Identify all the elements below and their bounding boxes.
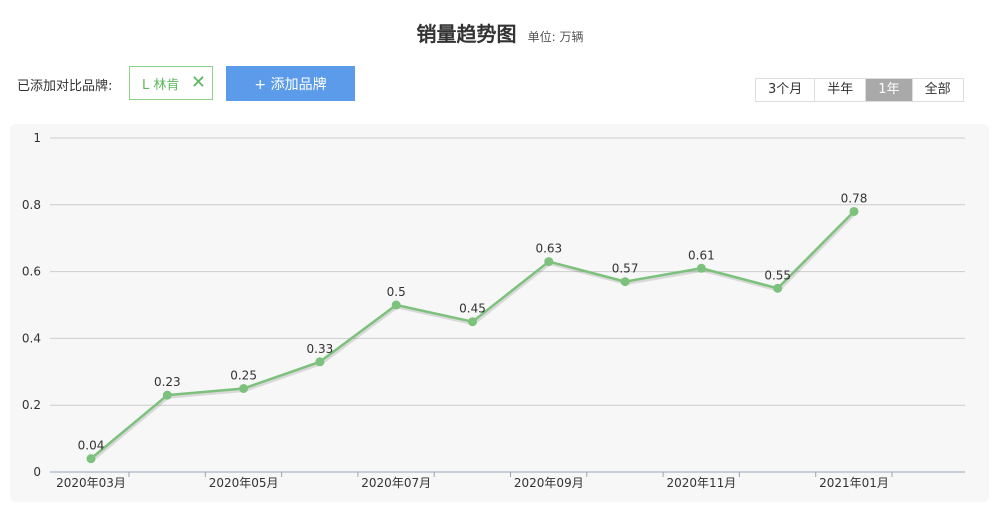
range-option-0[interactable]: 3个月 (756, 79, 816, 101)
data-label: 0.55 (764, 268, 791, 282)
chart-header: 销量趋势图 单位: 万辆 (0, 18, 1000, 47)
data-label: 0.25 (230, 369, 257, 383)
data-label: 0.5 (387, 285, 406, 299)
y-tick-label: 0.6 (22, 265, 41, 279)
compare-brands-label: 已添加对比品牌: (17, 79, 113, 94)
x-tick-label: 2020年03月 (56, 476, 126, 490)
data-label: 0.63 (535, 242, 562, 256)
range-option-2[interactable]: 1年 (866, 79, 913, 101)
chart-title: 销量趋势图 (416, 22, 517, 46)
data-point (620, 277, 630, 287)
y-tick-label: 0.8 (22, 198, 41, 212)
range-option-3[interactable]: 全部 (912, 79, 963, 101)
series-line-shadow (91, 212, 857, 462)
data-point (544, 257, 554, 267)
data-point (162, 390, 172, 400)
x-tick-label: 2020年11月 (666, 476, 736, 490)
data-point (468, 317, 477, 327)
y-tick-label: 0.2 (22, 398, 41, 412)
close-icon[interactable]: ✕ (191, 73, 206, 93)
chart-unit: 单位: 万辆 (527, 30, 584, 44)
data-point (849, 206, 859, 216)
data-point (391, 300, 401, 310)
x-tick-label: 2020年07月 (361, 476, 431, 490)
chart-panel: 0 0.2 0.4 0.6 0.8 1 2020年03月 2020年05月 2020年07月 20… (10, 124, 989, 502)
data-label: 0.45 (459, 302, 486, 316)
data-point (696, 263, 706, 273)
data-label: 0.78 (841, 191, 868, 205)
range-option-1[interactable]: 半年 (815, 79, 867, 101)
data-point (239, 384, 249, 393)
data-label: 0.23 (154, 375, 181, 389)
brand-chip-lincoln[interactable]: L 林肯 ✕ (129, 66, 213, 100)
data-label: 0.61 (688, 248, 715, 262)
page: 销量趋势图 单位: 万辆 已添加对比品牌: L 林肯 ✕ + 添加品牌 3个月半… (0, 0, 1000, 512)
data-label: 0.57 (612, 262, 639, 276)
brand-chip-label: L 林肯 (142, 77, 180, 93)
y-tick-label: 0.4 (22, 331, 41, 345)
data-point (315, 357, 325, 367)
y-tick-label: 0 (33, 465, 41, 479)
line-chart: 0 0.2 0.4 0.6 0.8 1 2020年03月 2020年05月 2020年07月 20… (22, 131, 965, 490)
data-point (773, 283, 783, 293)
x-tick-label: 2021年01月 (819, 476, 889, 490)
x-tick-label: 2020年05月 (209, 476, 279, 490)
time-range-selector: 3个月 半年 1年 全部 (755, 78, 964, 102)
series-line (90, 210, 855, 460)
data-label: 0.04 (78, 439, 105, 453)
data-label: 0.33 (307, 342, 334, 356)
add-brand-button[interactable]: + 添加品牌 (226, 66, 355, 101)
y-tick-label: 1 (33, 131, 41, 145)
x-tick-label: 2020年09月 (514, 476, 584, 490)
data-point (86, 454, 96, 464)
